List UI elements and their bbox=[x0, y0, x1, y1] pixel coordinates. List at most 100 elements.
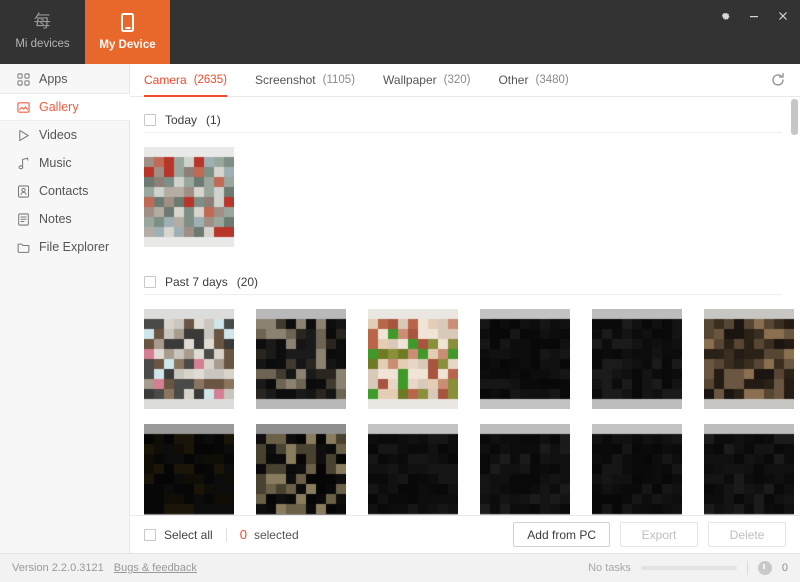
photo-thumbnail[interactable] bbox=[592, 309, 682, 409]
photo-thumbnail-image bbox=[480, 424, 570, 515]
sidebar-item-label: Videos bbox=[39, 128, 77, 142]
video-play-icon bbox=[16, 128, 30, 142]
photo-thumbnail[interactable] bbox=[368, 309, 458, 409]
photo-thumbnail[interactable] bbox=[592, 424, 682, 515]
sidebar: Apps Gallery Videos Music Contacts Notes… bbox=[0, 64, 130, 553]
photo-thumbnail-image bbox=[256, 424, 346, 515]
tab-label: Other bbox=[498, 73, 529, 87]
version-label: Version 2.2.0.3121 bbox=[12, 562, 104, 574]
action-bar: Select all 0 selected Add from PC Export… bbox=[130, 515, 800, 553]
refresh-icon[interactable] bbox=[769, 71, 787, 89]
window-controls bbox=[717, 8, 790, 23]
category-tab-bar: Camera (2635) Screenshot (1105) Wallpape… bbox=[130, 64, 800, 97]
sidebar-item-label: Apps bbox=[39, 72, 68, 86]
photo-thumbnail[interactable] bbox=[704, 309, 794, 409]
selected-count: 0 bbox=[239, 527, 247, 542]
section-count: (20) bbox=[236, 275, 259, 289]
section-header-past-7-days: Past 7 days (20) bbox=[144, 259, 800, 295]
bugs-feedback-link[interactable]: Bugs & feedback bbox=[114, 562, 197, 574]
task-status-label: No tasks bbox=[588, 562, 631, 574]
body-region: Apps Gallery Videos Music Contacts Notes… bbox=[0, 64, 800, 553]
close-icon[interactable] bbox=[775, 8, 790, 23]
title-bar: 每 Mi devices My Device bbox=[0, 0, 800, 64]
task-clock-icon[interactable] bbox=[757, 561, 772, 575]
sidebar-item-music[interactable]: Music bbox=[0, 149, 129, 177]
photo-thumbnail-image bbox=[144, 147, 234, 247]
sidebar-item-file-explorer[interactable]: File Explorer bbox=[0, 233, 129, 261]
gear-icon[interactable] bbox=[717, 8, 732, 23]
thumbnail-grid-past-7-days bbox=[144, 295, 800, 515]
photo-thumbnail-image bbox=[704, 424, 794, 515]
photo-thumbnail-image bbox=[592, 424, 682, 515]
sidebar-item-label: Music bbox=[39, 156, 72, 170]
sidebar-item-gallery[interactable]: Gallery bbox=[0, 93, 130, 121]
device-tab-label: My Device bbox=[99, 39, 156, 51]
device-tab-mi-devices[interactable]: 每 Mi devices bbox=[0, 0, 85, 64]
photo-thumbnail-image bbox=[144, 309, 234, 409]
photo-thumbnail[interactable] bbox=[480, 424, 570, 515]
mi-logo-icon: 每 bbox=[33, 12, 52, 32]
phone-icon bbox=[121, 13, 134, 32]
photo-thumbnail-image bbox=[592, 309, 682, 409]
folder-icon bbox=[16, 240, 30, 254]
delete-button: Delete bbox=[708, 522, 786, 547]
gallery-content: Today (1) Past 7 days (20) bbox=[130, 97, 800, 515]
task-count: 0 bbox=[781, 562, 788, 574]
sidebar-item-label: Contacts bbox=[39, 184, 89, 198]
sidebar-item-notes[interactable]: Notes bbox=[0, 205, 129, 233]
tab-camera[interactable]: Camera (2635) bbox=[144, 64, 227, 97]
device-tab-my-device[interactable]: My Device bbox=[85, 0, 170, 64]
tab-wallpaper[interactable]: Wallpaper (320) bbox=[383, 64, 470, 97]
section-count: (1) bbox=[206, 113, 221, 127]
mi-pc-suite-window: 每 Mi devices My Device Apps Gallery Vide… bbox=[0, 0, 800, 582]
photo-thumbnail[interactable] bbox=[144, 309, 234, 409]
status-bar: Version 2.2.0.3121 Bugs & feedback No ta… bbox=[0, 553, 800, 582]
photo-thumbnail-image bbox=[704, 309, 794, 409]
photo-thumbnail-image bbox=[368, 309, 458, 409]
sidebar-item-videos[interactable]: Videos bbox=[0, 121, 129, 149]
tab-count: (320) bbox=[443, 74, 471, 86]
photo-thumbnail[interactable] bbox=[256, 309, 346, 409]
sidebar-item-label: File Explorer bbox=[39, 240, 110, 254]
select-all-checkbox[interactable] bbox=[144, 528, 156, 541]
photo-thumbnail-image bbox=[480, 309, 570, 409]
sidebar-item-apps[interactable]: Apps bbox=[0, 65, 129, 93]
tab-count: (1105) bbox=[322, 74, 356, 86]
music-note-icon bbox=[16, 156, 30, 170]
main-panel: Camera (2635) Screenshot (1105) Wallpape… bbox=[130, 64, 800, 553]
scrollbar-thumb[interactable] bbox=[791, 99, 798, 135]
photo-thumbnail-image bbox=[144, 424, 234, 515]
tab-label: Camera bbox=[144, 73, 187, 87]
sidebar-item-label: Gallery bbox=[39, 100, 79, 114]
tab-other[interactable]: Other (3480) bbox=[498, 64, 568, 97]
sidebar-item-contacts[interactable]: Contacts bbox=[0, 177, 129, 205]
photo-thumbnail[interactable] bbox=[144, 424, 234, 515]
add-from-pc-button[interactable]: Add from PC bbox=[513, 522, 610, 547]
photo-thumbnail[interactable] bbox=[368, 424, 458, 515]
action-buttons: Add from PC Export Delete bbox=[513, 522, 786, 547]
divider bbox=[225, 527, 227, 542]
section-label: Today bbox=[165, 113, 198, 127]
select-all-control[interactable]: Select all bbox=[144, 528, 213, 542]
notes-lines-icon bbox=[16, 212, 30, 226]
section-checkbox[interactable] bbox=[144, 114, 156, 126]
tab-label: Wallpaper bbox=[383, 73, 437, 87]
photo-thumbnail[interactable] bbox=[144, 147, 234, 247]
minimize-icon[interactable] bbox=[746, 8, 761, 23]
thumbnail-grid-today bbox=[144, 133, 800, 247]
tab-screenshot[interactable]: Screenshot (1105) bbox=[255, 64, 355, 97]
photo-thumbnail[interactable] bbox=[480, 309, 570, 409]
photo-thumbnail-image bbox=[256, 309, 346, 409]
apps-grid-icon bbox=[16, 72, 30, 86]
section-label: Past 7 days bbox=[165, 275, 228, 289]
tab-label: Screenshot bbox=[254, 73, 316, 87]
content-scrollbar[interactable] bbox=[791, 97, 798, 515]
status-right-group: No tasks 0 bbox=[588, 561, 788, 575]
section-checkbox[interactable] bbox=[144, 276, 156, 288]
gallery-image-icon bbox=[16, 100, 30, 114]
photo-thumbnail[interactable] bbox=[704, 424, 794, 515]
tab-count: (2635) bbox=[193, 74, 227, 86]
tab-count: (3480) bbox=[535, 74, 569, 86]
contacts-person-icon bbox=[16, 184, 30, 198]
photo-thumbnail[interactable] bbox=[256, 424, 346, 515]
